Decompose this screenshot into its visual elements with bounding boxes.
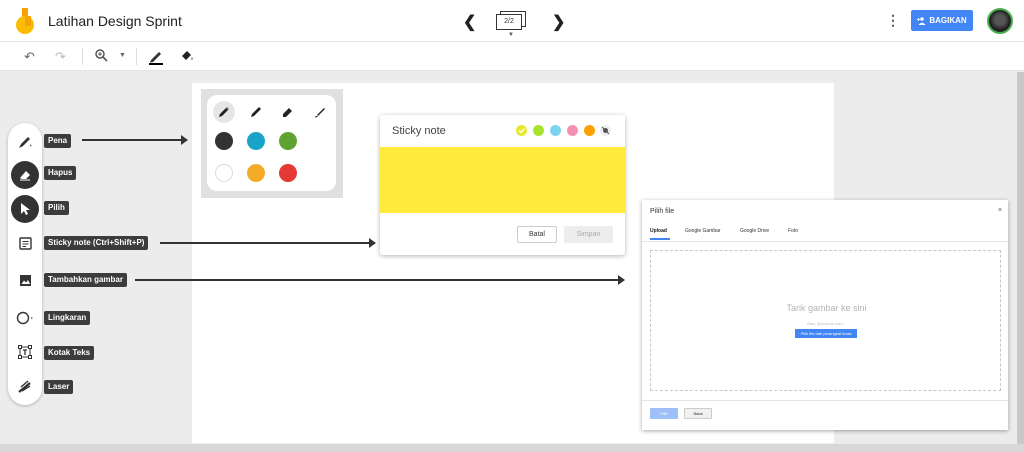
tool-label-circle: Lingkaran [44,311,91,325]
zoom-icon[interactable] [95,49,108,65]
chevron-right-icon[interactable]: ❯ [552,12,565,32]
share-label: BAGIKAN [929,16,967,25]
arrow-to-pen-palette [82,135,188,145]
tab-upload[interactable]: Upload [650,228,667,234]
tab-google-drive[interactable]: Google Drive [740,228,769,234]
pen-color-swatch[interactable] [247,132,265,150]
tool-label-pen: Pena [44,134,72,148]
pen-palette-card [207,95,336,191]
pen-tool-icon[interactable] [11,128,39,156]
tab-photos[interactable]: Foto [788,228,798,234]
tool-label-eraser: Hapus [44,166,77,180]
pen-color-swatch[interactable] [215,132,233,150]
drop-zone[interactable]: Tarik gambar ke sini Atau, jika Anda mau… [650,250,1001,391]
sticky-note-dialog: Sticky note Batal Simpan [380,115,625,255]
close-icon[interactable]: × [998,207,1002,214]
pen-icon[interactable] [245,101,267,123]
file-picker-dialog: Pilih file × Upload Google Gambar Google… [642,200,1008,430]
zoom-dropdown-icon[interactable]: ▼ [119,52,126,59]
more-vert-icon[interactable]: ⋮ [886,12,900,29]
pen-color-swatch[interactable] [279,164,297,182]
share-person-icon [917,16,926,25]
vertical-scrollbar[interactable] [1017,72,1024,444]
marker-icon[interactable] [213,101,235,123]
sticky-note-text-area[interactable] [380,147,625,213]
sticky-color-option[interactable] [550,125,561,136]
avatar[interactable] [987,8,1013,34]
drop-zone-text: Tarik gambar ke sini [786,303,867,313]
tab-google-images[interactable]: Google Gambar [685,228,721,234]
sticky-cancel-button[interactable]: Batal [517,226,557,243]
tool-label-add-image: Tambahkan gambar [44,273,127,287]
drop-zone-subtext: Atau, jika Anda mau... [807,321,846,326]
tool-label-select: Pilih [44,201,69,215]
divider [642,241,1008,242]
text-box-tool-icon[interactable] [11,338,39,366]
pen-color-swatch[interactable] [215,164,233,182]
sticky-note-tool-icon[interactable] [11,229,39,257]
tool-label-sticky-note: Sticky note (Ctrl+Shift+P) [44,236,149,250]
frame-counter: 2/2 [496,14,522,30]
active-tab-indicator [650,238,670,240]
eraser-tool-icon[interactable] [11,161,39,189]
laser-tool-icon[interactable] [11,372,39,400]
tool-rail [8,123,42,405]
circle-tool-icon[interactable] [11,304,39,332]
add-image-tool-icon[interactable] [11,266,39,294]
sticky-note-title: Sticky note [392,125,446,137]
pen-color-swatch[interactable] [279,132,297,150]
brush-icon[interactable] [309,101,331,123]
sticky-color-option[interactable] [516,125,527,136]
pen-color-swatch[interactable] [247,164,265,182]
tool-label-laser: Laser [44,380,74,394]
picker-select-button[interactable]: Pilih [650,408,678,419]
frames-icon[interactable]: 2/2 ▼ [496,11,526,38]
jamboard-logo-icon[interactable] [14,8,36,34]
sticky-color-option[interactable] [533,125,544,136]
chevron-left-icon[interactable]: ❮ [463,12,476,32]
toolbar-divider [82,48,83,65]
edit-toolbar: ↶ ↷ ▼ [0,42,1024,71]
tool-label-text-box: Kotak Teks [44,346,95,360]
choose-from-device-button[interactable]: Pilih file dari perangkat Anda [795,329,857,338]
picker-cancel-button[interactable]: Batal [684,408,712,419]
pen-color-icon[interactable] [148,49,164,68]
arrow-to-file-picker [135,275,625,285]
app-header: Latihan Design Sprint ❮ 2/2 ▼ ❯ ⋮ BAGIKA… [0,0,1024,42]
check-icon [518,128,525,134]
pen-palette [201,89,343,198]
redo-icon[interactable]: ↷ [55,49,66,65]
fill-icon[interactable] [180,49,194,66]
undo-icon[interactable]: ↶ [24,49,35,65]
share-button[interactable]: BAGIKAN [911,10,973,31]
file-picker-title: Pilih file [650,208,675,215]
divider [642,400,1008,401]
no-color-icon[interactable] [600,125,611,136]
highlighter-icon[interactable] [277,101,299,123]
sticky-save-button[interactable]: Simpan [564,226,613,243]
horizontal-scrollbar[interactable] [0,444,1024,452]
board-title[interactable]: Latihan Design Sprint [48,13,182,29]
arrow-to-sticky-note [160,238,376,248]
select-tool-icon[interactable] [11,195,39,223]
sticky-color-option[interactable] [584,125,595,136]
caret-down-icon: ▼ [508,32,514,38]
toolbar-divider [136,48,137,65]
sticky-color-option[interactable] [567,125,578,136]
